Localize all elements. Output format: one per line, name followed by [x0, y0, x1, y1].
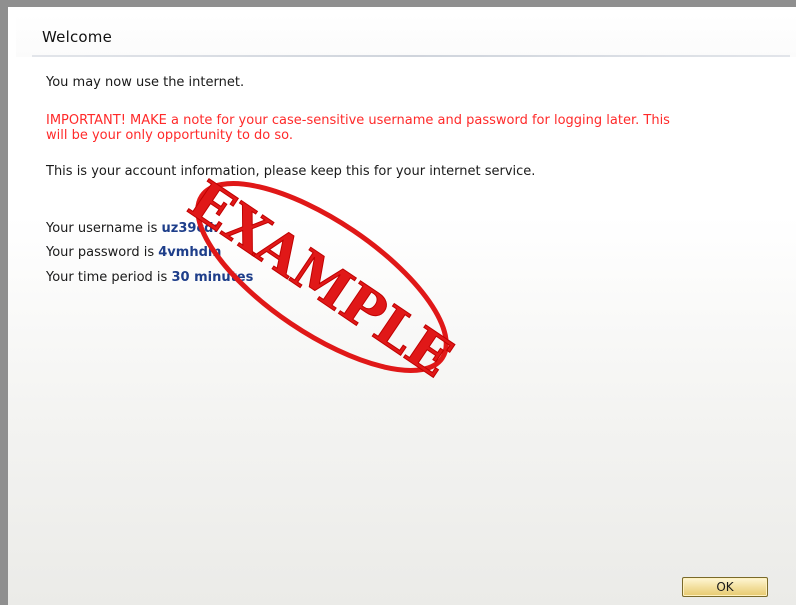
- username-row: Your username is uz39cdr: [46, 221, 220, 236]
- dialog-title: Welcome: [42, 28, 113, 46]
- time-period-row: Your time period is 30 minutes: [46, 270, 253, 285]
- dialog-header: Welcome: [16, 14, 796, 57]
- ok-button[interactable]: OK: [682, 577, 768, 597]
- dialog-frame: Welcome You may now use the internet. IM…: [0, 0, 796, 605]
- header-divider: [32, 55, 790, 57]
- account-info-note: This is your account information, please…: [46, 164, 536, 179]
- time-period-value: 30 minutes: [171, 270, 254, 285]
- password-label: Your password is: [46, 245, 159, 260]
- username-label: Your username is: [46, 221, 162, 236]
- time-period-label: Your time period is: [46, 270, 172, 285]
- username-value: uz39cdr: [161, 221, 220, 236]
- password-row: Your password is 4vmhdm: [46, 245, 221, 260]
- important-warning: IMPORTANT! MAKE a note for your case-sen…: [46, 113, 670, 143]
- password-value: 4vmhdm: [158, 245, 222, 260]
- welcome-message: You may now use the internet.: [46, 75, 245, 90]
